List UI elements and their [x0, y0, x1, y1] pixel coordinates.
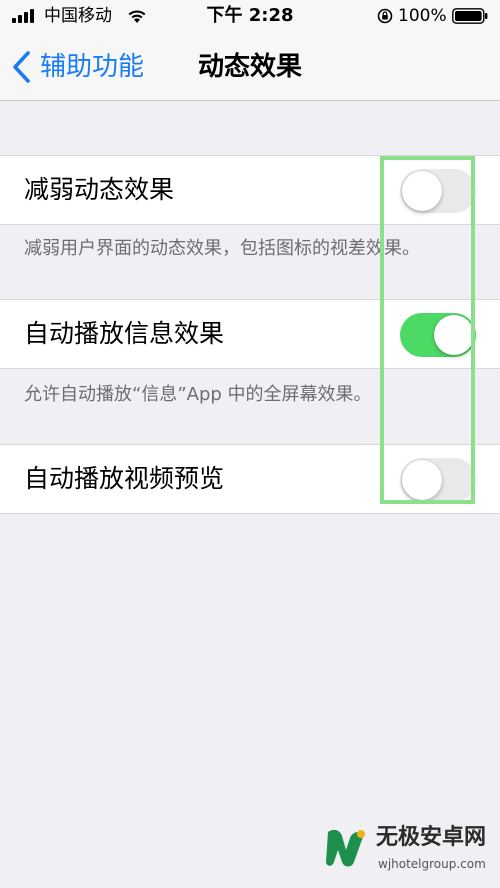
- status-bar: 中国移动 下午 2:28 100%: [0, 0, 500, 34]
- navigation-bar: 辅助功能 动态效果: [0, 34, 500, 101]
- setting-label: 自动播放信息效果: [24, 319, 225, 348]
- watermark-url: wjhotelgroup.com: [378, 857, 486, 871]
- setting-footnote: 减弱用户界面的动态效果，包括图标的视差效果。: [24, 238, 420, 259]
- setting-label: 自动播放视频预览: [24, 464, 225, 493]
- brand-logo-icon: [326, 829, 365, 867]
- settings-screen: 中国移动 下午 2:28 100% 辅助功能 动态效果 减弱动态效果 减弱用户界…: [0, 0, 500, 888]
- watermark-brand: 无极安卓网: [376, 825, 487, 850]
- rotation-lock-icon: [377, 8, 393, 24]
- battery-icon: [452, 8, 488, 24]
- battery-percentage: 100%: [398, 6, 447, 26]
- watermark: 无极安卓网 wjhotelgroup.com: [320, 818, 500, 886]
- page-title: 动态效果: [197, 52, 302, 82]
- setting-footnote: 允许自动播放“信息”App 中的全屏幕效果。: [24, 384, 372, 405]
- setting-label: 减弱动态效果: [24, 175, 175, 204]
- highlight-box: [380, 156, 475, 504]
